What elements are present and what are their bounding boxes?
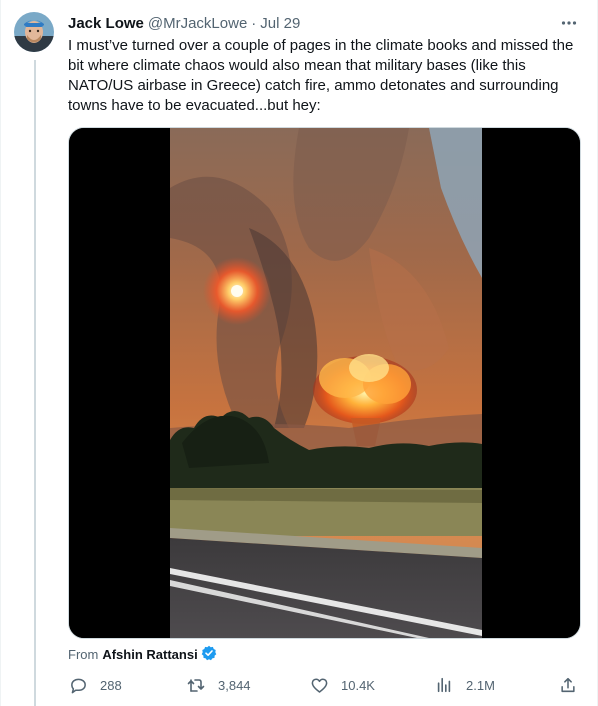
tweet-header: Jack Lowe @MrJackLowe · Jul 29 (68, 12, 580, 34)
retweet-count: 3,844 (218, 677, 251, 693)
reply-icon (68, 675, 88, 695)
thread-connector-line (34, 60, 36, 706)
tweet-text-line: towns have to be evacuated...but hey: (68, 97, 321, 114)
tweet-text-line: bit where climate chaos would also mean … (68, 57, 526, 74)
retweet-icon (186, 675, 206, 695)
tweet-text-line: I must’ve turned over a couple of pages … (68, 37, 574, 54)
retweet-button[interactable]: 3,844 (186, 673, 251, 697)
more-options-icon[interactable] (558, 12, 580, 34)
reply-count: 288 (100, 677, 122, 693)
share-icon (558, 675, 578, 695)
video-frame (69, 128, 580, 638)
like-button[interactable]: 10.4K (309, 673, 375, 697)
like-count: 10.4K (341, 677, 375, 693)
video-player[interactable] (68, 127, 581, 639)
from-label: From (68, 646, 99, 662)
analytics-icon (434, 675, 454, 695)
author-name[interactable]: Jack Lowe (68, 15, 144, 32)
tweet-date[interactable]: Jul 29 (260, 15, 300, 32)
tweet-text: I must’ve turned over a couple of pages … (68, 36, 578, 116)
verified-badge-icon (201, 645, 217, 664)
tweet-actions-bar: 288 3,844 10.4K 2.1M (68, 673, 580, 697)
author-handle[interactable]: @MrJackLowe (148, 15, 247, 32)
timeline-left-border (0, 0, 1, 706)
tweet-text-line: NATO/US airbase in Greece) catch fire, a… (68, 77, 559, 94)
reply-button[interactable]: 288 (68, 673, 122, 697)
avatar[interactable] (14, 12, 54, 52)
source-author-name[interactable]: Afshin Rattansi (102, 647, 197, 662)
view-count: 2.1M (466, 677, 495, 693)
avatar-image (14, 12, 54, 52)
views-button[interactable]: 2.1M (434, 673, 495, 697)
separator-dot: · (251, 14, 257, 32)
tweet-page: Jack Lowe @MrJackLowe · Jul 29 I must’ve… (0, 0, 598, 706)
share-button[interactable] (558, 673, 590, 697)
source-attribution: From Afshin Rattansi (68, 645, 217, 663)
heart-icon (309, 675, 329, 695)
